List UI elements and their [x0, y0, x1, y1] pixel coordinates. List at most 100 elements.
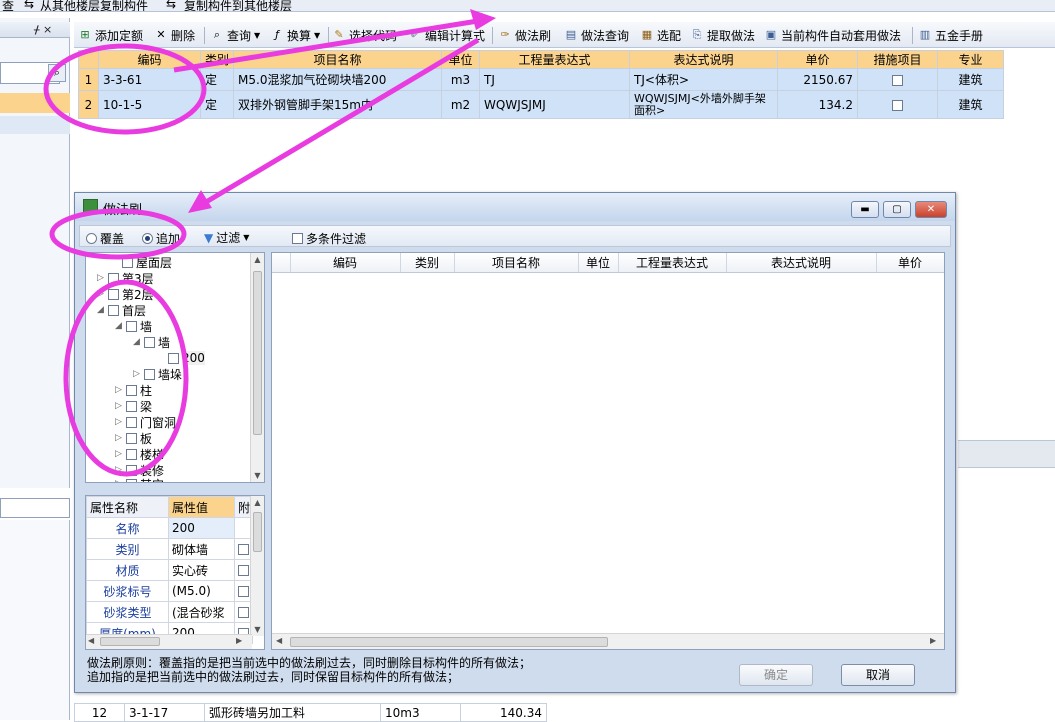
- tree-scrollbar[interactable]: ▲ ▼: [250, 253, 264, 482]
- cell-price[interactable]: 2150.67: [777, 68, 859, 91]
- checkbox-icon[interactable]: [126, 384, 137, 396]
- scroll-up-icon[interactable]: ▲: [251, 255, 264, 264]
- list-col-code[interactable]: 编码: [290, 253, 401, 273]
- checkbox-icon[interactable]: [108, 304, 119, 316]
- row-number[interactable]: 1: [78, 68, 99, 91]
- list-col-type[interactable]: 类别: [400, 253, 455, 273]
- checkbox-icon[interactable]: [168, 352, 179, 364]
- property-row[interactable]: 名称 200: [86, 517, 253, 539]
- delete-button[interactable]: ✕ 删除: [154, 26, 195, 44]
- list-hscrollbar[interactable]: ◀ ▶: [272, 633, 944, 649]
- attach-checkbox[interactable]: [238, 586, 249, 597]
- ok-button[interactable]: 确定: [739, 664, 813, 686]
- tree-node[interactable]: ◢ 墙: [132, 335, 170, 350]
- cell-name[interactable]: 双排外钢管脚手架15m内: [233, 90, 443, 119]
- expand-icon[interactable]: ▷: [114, 465, 123, 475]
- expand-icon[interactable]: ▷: [96, 273, 105, 283]
- cell-expr[interactable]: TJ: [479, 68, 631, 91]
- col-name[interactable]: 项目名称: [233, 50, 443, 69]
- cell-name[interactable]: 弧形砖墙另加工料: [204, 703, 381, 722]
- measure-checkbox[interactable]: [892, 74, 904, 86]
- cell-expr[interactable]: WQWJSJMJ: [479, 90, 631, 119]
- list-col-price[interactable]: 单价: [876, 253, 944, 273]
- bottom-list-row[interactable]: 12 3-1-17 弧形砖墙另加工料 10m3 140.34: [74, 703, 547, 722]
- top-item-query[interactable]: 查: [2, 0, 14, 11]
- copy-from-other-floor-button[interactable]: 从其他楼层复制构件: [40, 0, 148, 11]
- copy-to-other-floor-button[interactable]: 复制构件到其他楼层: [184, 0, 292, 11]
- col-expr[interactable]: 工程量表达式: [479, 50, 631, 69]
- table-row[interactable]: 1 3-3-61 定 M5.0混浆加气砼砌块墙200 m3 TJ TJ<体积> …: [78, 68, 1005, 91]
- checkbox-icon[interactable]: [108, 288, 119, 300]
- cell-type[interactable]: 定: [199, 68, 235, 91]
- hardware-handbook-button[interactable]: ▥ 五金手册: [918, 26, 983, 44]
- left-list-row[interactable]: [0, 116, 70, 134]
- row-number[interactable]: 12: [74, 703, 125, 722]
- collapse-icon[interactable]: ◢: [132, 337, 141, 347]
- tree-node[interactable]: 屋面层: [110, 255, 172, 270]
- tree-node[interactable]: 200: [156, 351, 205, 365]
- maximize-button[interactable]: ▢: [883, 201, 911, 218]
- tree-node[interactable]: ▷ 门窗洞: [114, 415, 176, 430]
- cell-unit[interactable]: m2: [441, 90, 481, 119]
- extract-method-button[interactable]: ⎘ 提取做法: [690, 26, 755, 44]
- checkbox-icon[interactable]: [122, 256, 133, 268]
- scroll-right-icon[interactable]: ▶: [236, 636, 242, 645]
- expand-icon[interactable]: ▷: [114, 433, 123, 443]
- tree-node[interactable]: ▷ 梁: [114, 399, 152, 414]
- attach-checkbox[interactable]: [238, 607, 249, 618]
- cell-unit[interactable]: 10m3: [380, 703, 461, 722]
- property-row[interactable]: 砂浆类型 (混合砂浆: [86, 601, 253, 623]
- measure-checkbox[interactable]: [892, 99, 904, 111]
- expand-icon[interactable]: ▷: [114, 417, 123, 427]
- convert-dropdown-button[interactable]: ƒ 换算 ▼: [270, 26, 320, 44]
- cell-value[interactable]: 140.34: [460, 703, 547, 722]
- tree-node[interactable]: ▷ 楼梯: [114, 447, 164, 462]
- cell-measure[interactable]: [857, 68, 939, 91]
- cell-code[interactable]: 10-1-5: [98, 90, 201, 119]
- left-panel2-input[interactable]: [0, 498, 70, 518]
- select-code-button[interactable]: ✎ 选择代码: [332, 26, 397, 44]
- cell-type[interactable]: 定: [199, 90, 235, 119]
- method-query-button[interactable]: ▤ 做法查询: [564, 26, 629, 44]
- cell-unit[interactable]: m3: [441, 68, 481, 91]
- attach-checkbox[interactable]: [238, 565, 249, 576]
- scroll-thumb[interactable]: [253, 271, 262, 435]
- tree-node[interactable]: ▷ 第3层: [96, 271, 154, 286]
- expand-icon[interactable]: ▷: [114, 401, 123, 411]
- cell-desc[interactable]: WQWJSJMJ<外墙外脚手架面积>: [629, 90, 779, 119]
- collapse-icon[interactable]: ◢: [114, 321, 123, 331]
- auto-apply-method-button[interactable]: ▣ 当前构件自动套用做法: [764, 26, 901, 44]
- property-scrollbar[interactable]: ▲ ▼: [250, 496, 264, 636]
- expand-icon[interactable]: ▷: [132, 369, 141, 379]
- col-measure[interactable]: 措施项目: [857, 50, 939, 69]
- list-col-name[interactable]: 项目名称: [454, 253, 579, 273]
- col-price[interactable]: 单价: [777, 50, 859, 69]
- multi-filter-checkbox[interactable]: 多条件过滤: [292, 230, 366, 247]
- edit-formula-button[interactable]: ✐ 编辑计算式: [408, 26, 485, 44]
- property-row[interactable]: 砂浆标号 (M5.0): [86, 580, 253, 602]
- col-desc[interactable]: 表达式说明: [629, 50, 779, 69]
- list-col-expr[interactable]: 工程量表达式: [618, 253, 727, 273]
- cell-major[interactable]: 建筑: [937, 68, 1005, 91]
- scroll-left-icon[interactable]: ◀: [88, 636, 94, 645]
- list-col-desc[interactable]: 表达式说明: [726, 253, 877, 273]
- attach-checkbox[interactable]: [238, 544, 249, 555]
- tree-node[interactable]: ▷ 第2层: [96, 287, 154, 302]
- cell-price[interactable]: 134.2: [777, 90, 859, 119]
- minimize-button[interactable]: ▬: [851, 201, 879, 218]
- filter-dropdown[interactable]: ▼ 过滤 ▼: [204, 229, 249, 246]
- tree-node[interactable]: ▷ 墙垛: [132, 367, 182, 382]
- property-hscrollbar[interactable]: ◀ ▶: [86, 634, 252, 649]
- cell-code[interactable]: 3-3-61: [98, 68, 201, 91]
- scroll-right-icon[interactable]: ▶: [930, 636, 936, 645]
- checkbox-icon[interactable]: [126, 416, 137, 428]
- cell-desc[interactable]: TJ<体积>: [629, 68, 779, 91]
- add-quota-button[interactable]: ⊞ 添加定额: [78, 26, 143, 44]
- pin-close-icon[interactable]: ᚋ ×: [34, 23, 52, 36]
- scroll-thumb[interactable]: [290, 637, 608, 647]
- cell-measure[interactable]: [857, 90, 939, 119]
- expand-icon[interactable]: ▷: [114, 385, 123, 395]
- overwrite-radio[interactable]: 覆盖: [86, 230, 124, 247]
- cell-code[interactable]: 3-1-17: [124, 703, 205, 722]
- tree-node[interactable]: ▷ 板: [114, 431, 152, 446]
